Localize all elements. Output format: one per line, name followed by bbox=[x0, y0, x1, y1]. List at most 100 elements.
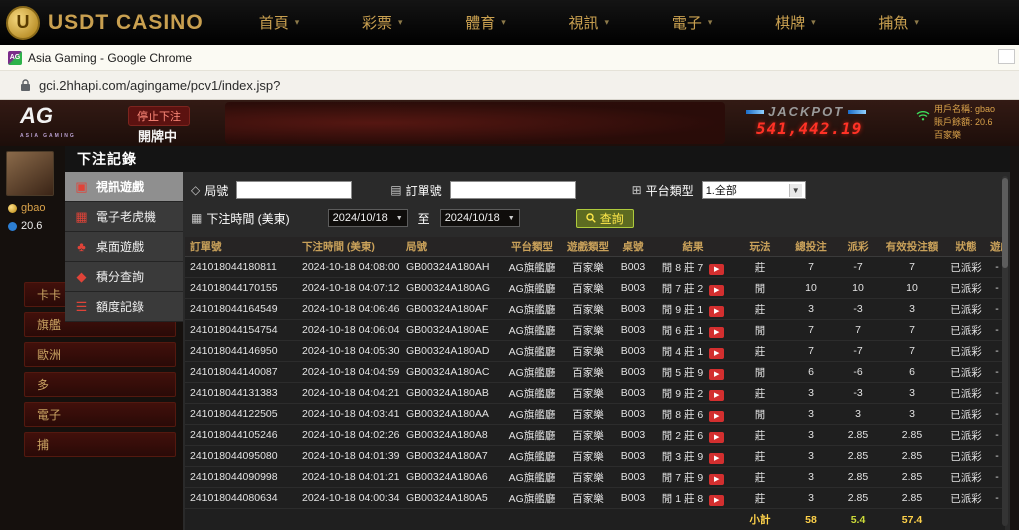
table-row: 2410180441645492024-10-18 04:06:46GB0032… bbox=[185, 299, 1005, 320]
cell-valid: 7 bbox=[881, 320, 943, 341]
round-input[interactable] bbox=[236, 181, 352, 199]
cell-play: 莊 bbox=[733, 425, 787, 446]
replay-icon[interactable]: ▶ bbox=[709, 327, 724, 338]
chevron-down-icon: ▾ bbox=[605, 17, 610, 28]
cell-payout: -7 bbox=[835, 257, 881, 278]
sum-empty bbox=[501, 509, 563, 530]
window-control-button[interactable] bbox=[998, 49, 1015, 64]
avatar[interactable] bbox=[6, 151, 54, 196]
lobby-nav-item[interactable]: 多 bbox=[24, 372, 176, 397]
cell-order: 241018044095080 bbox=[185, 446, 297, 467]
cell-order: 241018044131383 bbox=[185, 383, 297, 404]
sidebar-item[interactable]: ▦電子老虎機 bbox=[65, 202, 183, 232]
sidebar-item[interactable]: ▣視訊遊戲 bbox=[65, 172, 183, 202]
nav-item-label: 棋牌 bbox=[775, 12, 805, 33]
scrollbar-thumb[interactable] bbox=[1002, 178, 1008, 268]
nav-item-7[interactable]: 捕魚▾ bbox=[878, 12, 919, 33]
replay-icon[interactable]: ▶ bbox=[709, 369, 724, 380]
cell-game: 百家樂 bbox=[563, 299, 613, 320]
replay-icon[interactable]: ▶ bbox=[709, 285, 724, 296]
replay-icon[interactable]: ▶ bbox=[709, 411, 724, 422]
nav-item-4[interactable]: 視訊▾ bbox=[569, 12, 610, 33]
lobby-nav-item[interactable]: 捕 bbox=[24, 432, 176, 457]
column-header: 桌號 bbox=[613, 237, 653, 257]
nav-item-5[interactable]: 電子▾ bbox=[672, 12, 713, 33]
column-header: 玩法 bbox=[733, 237, 787, 257]
date-to-picker[interactable]: 2024/10/18 ▼ bbox=[440, 209, 520, 227]
lobby-nav-item[interactable]: 歐洲 bbox=[24, 342, 176, 367]
column-header: 有效投注額 bbox=[881, 237, 943, 257]
stop-betting-badge: 停止下注 bbox=[128, 106, 190, 126]
user-info-line: 用戶名稱: gbao bbox=[934, 103, 995, 116]
replay-icon[interactable]: ▶ bbox=[709, 453, 724, 464]
cell-play: 莊 bbox=[733, 488, 787, 509]
cell-result: 閒 8 莊 7▶ bbox=[653, 257, 733, 278]
jackpot-value: 541,442.19 bbox=[756, 119, 902, 138]
order-input[interactable] bbox=[450, 181, 576, 199]
jackpot-panel: JACKPOT 541,442.19 bbox=[742, 104, 902, 138]
cell-game: 百家樂 bbox=[563, 362, 613, 383]
sidebar-item[interactable]: ◆積分查詢 bbox=[65, 262, 183, 292]
platform-label: 平台類型 bbox=[646, 182, 694, 199]
cell-time: 2024-10-18 04:03:41 bbox=[297, 404, 401, 425]
cell-result: 閒 1 莊 8▶ bbox=[653, 488, 733, 509]
nav-item-6[interactable]: 棋牌▾ bbox=[775, 12, 816, 33]
chevron-down-icon: ▾ bbox=[501, 17, 506, 28]
sidebar-item[interactable]: ☰額度記錄 bbox=[65, 292, 183, 322]
user-info-panel: 用戶名稱: gbao賬戶餘額: 20.6百家樂 bbox=[934, 103, 995, 142]
status-badge: 已派彩 bbox=[943, 341, 989, 362]
sum-empty bbox=[563, 509, 613, 530]
cell-bet: 7 bbox=[787, 257, 835, 278]
modal-scrollbar[interactable] bbox=[1002, 176, 1008, 526]
cell-play: 閒 bbox=[733, 404, 787, 425]
platform-select[interactable]: 1.全部 ▼ bbox=[702, 181, 806, 199]
chrome-title-bar: AG Asia Gaming - Google Chrome bbox=[0, 45, 1019, 71]
cell-platform: AG旗艦廳 bbox=[501, 362, 563, 383]
status-badge: 已派彩 bbox=[943, 278, 989, 299]
replay-icon[interactable]: ▶ bbox=[709, 390, 724, 401]
jackpot-label: JACKPOT bbox=[742, 104, 902, 119]
lock-icon bbox=[20, 79, 31, 92]
chevron-down-icon: ▼ bbox=[508, 215, 515, 222]
lobby-nav-item[interactable]: 電子 bbox=[24, 402, 176, 427]
replay-icon[interactable]: ▶ bbox=[709, 495, 724, 506]
cell-payout: 10 bbox=[835, 278, 881, 299]
cell-table: B003 bbox=[613, 257, 653, 278]
replay-icon[interactable]: ▶ bbox=[709, 306, 724, 317]
cell-table: B003 bbox=[613, 488, 653, 509]
cell-valid: 7 bbox=[881, 257, 943, 278]
cell-bet: 7 bbox=[787, 320, 835, 341]
cell-order: 241018044105246 bbox=[185, 425, 297, 446]
date-from-picker[interactable]: 2024/10/18 ▼ bbox=[328, 209, 408, 227]
sidebar-item-label: 桌面遊戲 bbox=[96, 238, 144, 255]
replay-icon[interactable]: ▶ bbox=[709, 474, 724, 485]
casino-logo[interactable]: U USDT CASINO bbox=[6, 6, 204, 40]
cell-result: 閒 5 莊 9▶ bbox=[653, 362, 733, 383]
subtotal-row: 小計585.457.4 bbox=[185, 509, 1005, 530]
column-header: 結果 bbox=[653, 237, 733, 257]
bet-time-label: 下注時間 (美東) bbox=[206, 210, 289, 227]
sum-valid: 57.4 bbox=[881, 509, 943, 530]
search-button[interactable]: 查詢 bbox=[576, 209, 634, 228]
cell-play: 閒 bbox=[733, 320, 787, 341]
nav-item-3[interactable]: 體育▾ bbox=[465, 12, 506, 33]
cell-play: 莊 bbox=[733, 383, 787, 404]
table-foot: 小計585.457.4總計585.457.4 bbox=[185, 509, 1005, 530]
balance-icon bbox=[8, 222, 17, 231]
cell-valid: 2.85 bbox=[881, 425, 943, 446]
address-bar[interactable]: gci.2hhapi.com/agingame/pcv1/index.jsp? bbox=[0, 71, 1019, 100]
screen: U USDT CASINO 首頁▾彩票▾體育▾視訊▾電子▾棋牌▾捕魚▾ AG A… bbox=[0, 0, 1019, 530]
cell-result: 閒 6 莊 1▶ bbox=[653, 320, 733, 341]
cell-bet: 3 bbox=[787, 383, 835, 404]
cell-time: 2024-10-18 04:04:59 bbox=[297, 362, 401, 383]
replay-icon[interactable]: ▶ bbox=[709, 264, 724, 275]
calendar-icon: ▦ bbox=[191, 211, 202, 225]
coin-icon bbox=[8, 204, 17, 213]
nav-item-1[interactable]: 首頁▾ bbox=[259, 12, 300, 33]
cell-time: 2024-10-18 04:08:00 bbox=[297, 257, 401, 278]
cell-table: B003 bbox=[613, 467, 653, 488]
replay-icon[interactable]: ▶ bbox=[709, 348, 724, 359]
nav-item-2[interactable]: 彩票▾ bbox=[362, 12, 403, 33]
replay-icon[interactable]: ▶ bbox=[709, 432, 724, 443]
sidebar-item[interactable]: ♣桌面遊戲 bbox=[65, 232, 183, 262]
